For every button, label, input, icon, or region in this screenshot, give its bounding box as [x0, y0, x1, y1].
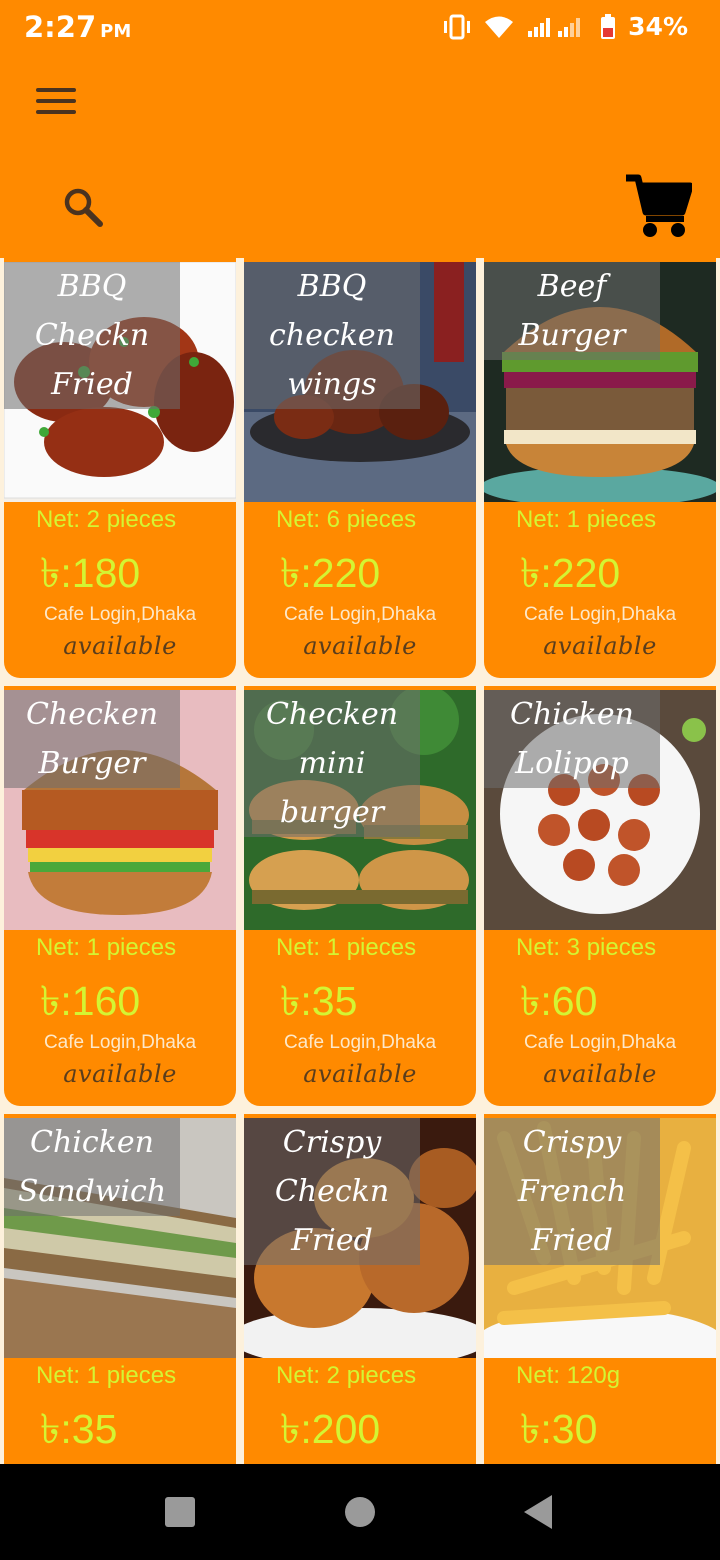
product-card[interactable]: Chicken Lolipop Net: 3 pieces ৳:60 Cafe … — [484, 686, 716, 1106]
product-name: Checken mini burger — [244, 690, 420, 837]
product-name: Chicken Sandwich — [4, 1118, 180, 1216]
product-net: Net: 120g — [516, 1362, 621, 1389]
product-card[interactable]: BBQ Checkn Fried Net: 2 pieces ৳:180 Caf… — [4, 258, 236, 678]
product-price: ৳:60 — [520, 978, 598, 1024]
product-card[interactable]: Checken Burger Net: 1 pieces ৳:160 Cafe … — [4, 686, 236, 1106]
status-ampm: PM — [100, 21, 132, 42]
back-triangle-icon[interactable] — [524, 1495, 552, 1529]
recents-square-icon[interactable] — [165, 1497, 195, 1527]
wifi-icon — [485, 16, 514, 38]
product-status: available — [543, 1060, 657, 1088]
product-card[interactable]: Checken mini burger Net: 1 pieces ৳:35 C… — [244, 686, 476, 1106]
product-location: Cafe Login,Dhaka — [283, 1032, 437, 1053]
product-name: Beef Burger — [484, 262, 660, 360]
product-price: ৳:35 — [40, 1406, 118, 1452]
product-net: Net: 1 pieces — [36, 1362, 177, 1389]
product-status: available — [303, 1060, 417, 1088]
product-name: BBQ Checkn Fried — [4, 262, 180, 409]
home-circle-icon[interactable] — [345, 1497, 375, 1527]
product-status: available — [543, 632, 657, 660]
product-card[interactable]: BBQ checken wings Net: 6 pieces ৳:220 Ca… — [244, 258, 476, 678]
shopping-cart-icon[interactable] — [624, 172, 692, 238]
product-status: available — [303, 632, 417, 660]
product-location: Cafe Login,Dhaka — [43, 1032, 197, 1053]
product-price: ৳:180 — [40, 550, 141, 596]
product-net: Net: 1 pieces — [36, 934, 177, 961]
status-time: 2:27 PM — [24, 10, 132, 44]
product-card[interactable]: Beef Burger Net: 1 pieces ৳:220 Cafe Log… — [484, 258, 716, 678]
product-price: ৳:160 — [40, 978, 141, 1024]
status-bar: 2:27 PM 34% — [0, 0, 720, 56]
product-net: Net: 3 pieces — [516, 934, 657, 961]
product-name: Checken Burger — [4, 690, 180, 788]
product-name: BBQ checken wings — [244, 262, 420, 409]
product-price: ৳:35 — [280, 978, 358, 1024]
search-icon[interactable] — [62, 186, 104, 228]
product-location: Cafe Login,Dhaka — [43, 604, 197, 625]
product-net: Net: 1 pieces — [276, 934, 417, 961]
battery-percent: 34% — [628, 12, 688, 41]
product-net: Net: 2 pieces — [276, 1362, 417, 1389]
product-price: ৳:220 — [280, 550, 381, 596]
hamburger-menu-icon[interactable] — [36, 88, 76, 118]
product-location: Cafe Login,Dhaka — [523, 604, 677, 625]
product-card[interactable]: Crispy Checkn Fried Net: 2 pieces ৳:200 — [244, 1114, 476, 1464]
product-net: Net: 2 pieces — [36, 506, 177, 533]
product-price: ৳:220 — [520, 550, 621, 596]
product-name: Crispy Checkn Fried — [244, 1118, 420, 1265]
product-card[interactable]: Chicken Sandwich Net: 1 pieces ৳:35 — [4, 1114, 236, 1464]
product-price: ৳:30 — [520, 1406, 598, 1452]
product-net: Net: 1 pieces — [516, 506, 657, 533]
product-name: Crispy French Fried — [484, 1118, 660, 1265]
product-location: Cafe Login,Dhaka — [283, 604, 437, 625]
product-status: available — [63, 1060, 177, 1088]
app-bar — [0, 56, 720, 258]
product-grid: BBQ Checkn Fried Net: 2 pieces ৳:180 Caf… — [0, 258, 720, 1464]
product-net: Net: 6 pieces — [276, 506, 417, 533]
signal-icon — [528, 17, 581, 37]
product-location: Cafe Login,Dhaka — [523, 1032, 677, 1053]
vibrate-icon — [444, 14, 471, 39]
product-price: ৳:200 — [280, 1406, 381, 1452]
battery-icon — [601, 13, 616, 39]
status-icons: 34% — [442, 12, 688, 41]
product-status: available — [63, 632, 177, 660]
product-card[interactable]: Crispy French Fried Net: 120g ৳:30 — [484, 1114, 716, 1464]
product-name: Chicken Lolipop — [484, 690, 660, 788]
